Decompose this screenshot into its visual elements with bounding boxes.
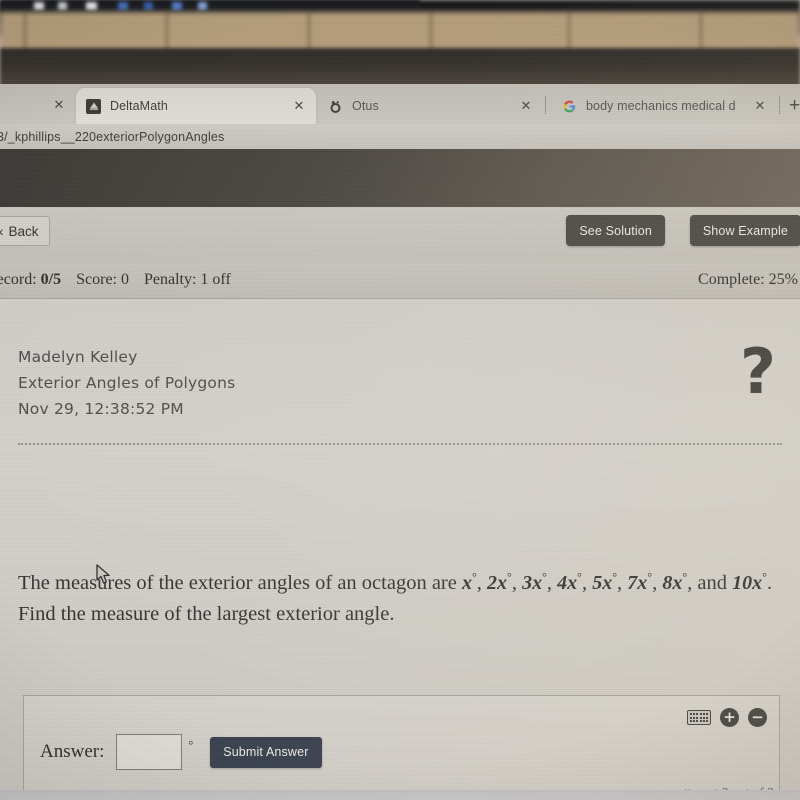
- otus-icon: [328, 99, 343, 114]
- browser-address-bar[interactable]: 3/_kphillips__220exteriorPolygonAngles: [0, 124, 800, 149]
- question-text-tail: Find the measure of the largest exterior…: [18, 602, 395, 625]
- question-text: The measures of the exterior angles of a…: [18, 570, 773, 625]
- term-1: x: [461, 571, 472, 594]
- problem-panel: Madelyn Kelley Exterior Angles of Polygo…: [0, 299, 800, 800]
- google-icon: [562, 99, 577, 114]
- answer-label: Answer:: [40, 741, 105, 762]
- assignment-title: Exterior Angles of Polygons: [18, 374, 236, 392]
- answer-card: + − Answer: ° Submit Answer attempt 2 ou…: [23, 695, 780, 800]
- score-label: Score:: [76, 271, 117, 288]
- record-label: Record:: [0, 271, 37, 288]
- penalty-label: Penalty:: [143, 271, 197, 288]
- help-question-mark-icon[interactable]: ?: [740, 341, 776, 403]
- student-name: Madelyn Kelley: [18, 348, 138, 366]
- degree-symbol-label: °: [188, 737, 194, 752]
- tab-title-google-search: body mechanics medical definiti: [586, 99, 736, 113]
- term-7: 8x: [662, 571, 683, 594]
- section-divider: [18, 443, 782, 445]
- question-text-lead: The measures of the exterior angles of a…: [18, 571, 462, 594]
- assignment-timestamp: Nov 29, 12:38:52 PM: [18, 400, 184, 418]
- browser-tab-google-search[interactable]: body mechanics medical definiti ✕: [552, 88, 777, 124]
- browser-window: ✕ DeltaMath ✕ Otus ✕ body mechanics medi…: [0, 84, 800, 800]
- term-4: 4x: [557, 571, 578, 594]
- term-6: 7x: [627, 571, 648, 594]
- assignment-meta: Madelyn Kelley Exterior Angles of Polygo…: [18, 344, 235, 422]
- question-conjunction: and: [697, 571, 728, 594]
- keyboard-icon[interactable]: [687, 710, 711, 725]
- term-5: 5x: [592, 571, 613, 594]
- browser-tab-strip: ✕ DeltaMath ✕ Otus ✕ body mechanics medi…: [0, 84, 800, 124]
- address-bar-url: 3/_kphillips__220exteriorPolygonAngles: [0, 129, 225, 144]
- browser-tab-otus[interactable]: Otus ✕: [318, 88, 543, 124]
- assignment-toolbar: ‹ Back See Solution Show Example: [0, 207, 800, 263]
- tab-title-otus: Otus: [352, 99, 379, 113]
- zoom-in-button[interactable]: +: [720, 708, 739, 727]
- site-navigation-bar: [0, 149, 800, 207]
- back-button-label: Back: [8, 223, 39, 239]
- term-3: 3x: [522, 571, 543, 594]
- back-chevron-icon: ‹: [0, 224, 4, 239]
- score-value: 0: [120, 271, 129, 288]
- record-value: 0/5: [40, 271, 62, 288]
- photographed-screen: ✕ DeltaMath ✕ Otus ✕ body mechanics medi…: [0, 0, 800, 800]
- submit-answer-button[interactable]: Submit Answer: [210, 736, 322, 768]
- back-button[interactable]: ‹ Back: [0, 216, 50, 246]
- penalty-value: 1 off: [200, 271, 231, 288]
- tab-close-icon-otus[interactable]: ✕: [519, 98, 533, 114]
- complete-percentage: Complete: 25%: [698, 271, 798, 288]
- status-metrics: Record: 0/5 Score: 0 Penalty: 1 off: [0, 271, 231, 289]
- tab-close-icon-google-search[interactable]: ✕: [753, 98, 767, 114]
- tab-close-icon-0[interactable]: ✕: [52, 97, 66, 113]
- assignment-status-bar: Record: 0/5 Score: 0 Penalty: 1 off Comp…: [0, 263, 800, 299]
- show-example-button[interactable]: Show Example: [689, 215, 800, 246]
- zoom-out-button[interactable]: −: [748, 708, 767, 727]
- see-solution-button[interactable]: See Solution: [566, 215, 665, 246]
- answer-input[interactable]: [116, 734, 183, 770]
- tab-close-icon-deltamath[interactable]: ✕: [292, 98, 306, 114]
- term-2: 2x: [487, 571, 508, 594]
- deltamath-icon: [86, 98, 101, 114]
- tab-title-deltamath: DeltaMath: [110, 99, 168, 113]
- browser-tab-deltamath[interactable]: DeltaMath ✕: [76, 88, 316, 124]
- term-8: 10x: [732, 571, 763, 594]
- answer-card-tools: + −: [687, 708, 767, 727]
- answer-input-row: Answer: ° Submit Answer: [40, 734, 322, 770]
- new-tab-button[interactable]: +: [789, 95, 800, 117]
- below-screen-surface: [0, 790, 800, 800]
